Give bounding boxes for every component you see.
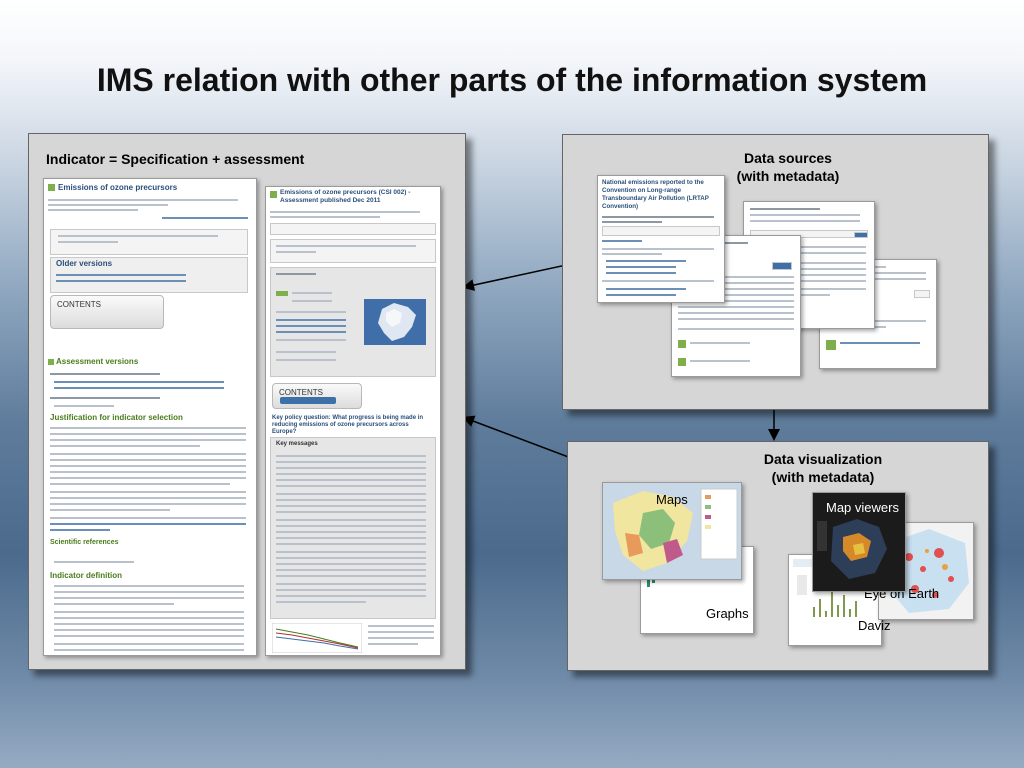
indicator-panel: Indicator = Specification + assessment E… (28, 133, 466, 670)
assessment-contents-label: CONTENTS (279, 388, 323, 397)
data-sources-label-line1: Data sources (744, 150, 832, 166)
visualization-label: Data visualization (with metadata) (748, 450, 898, 486)
indicator-panel-label: Indicator = Specification + assessment (46, 151, 305, 167)
spec-contents-label: CONTENTS (57, 300, 101, 309)
data-visualization-panel: Data visualization (with metadata) Graph… (567, 441, 989, 671)
visualization-label-line2: (with metadata) (771, 469, 875, 485)
indicator-assessment-page: Emissions of ozone precursors (CSI 002) … (265, 186, 441, 656)
data-source-doc-front: National emissions reported to the Conve… (597, 175, 725, 303)
europe-map (364, 299, 426, 345)
policy-question: Key policy question: What progress is be… (272, 415, 424, 435)
scientific-references-heading: Scientific references (50, 539, 119, 546)
emissions-chart-thumbnail (272, 623, 362, 653)
assessment-title: Emissions of ozone precursors (CSI 002) … (280, 189, 411, 204)
maps-callout: Maps (656, 492, 688, 507)
data-sources-panel: Data sources (with metadata) National em… (562, 134, 989, 410)
older-versions-heading: Older versions (56, 259, 113, 268)
indicator-icon (48, 184, 55, 191)
front-doc-title: National emissions reported to the Conve… (602, 179, 709, 210)
download-button[interactable] (280, 397, 336, 404)
indicator-definition-heading: Indicator definition (50, 571, 122, 580)
key-messages-heading: Key messages (276, 441, 318, 447)
indicator-icon (270, 191, 277, 198)
spec-contents-button[interactable]: CONTENTS (50, 295, 164, 329)
data-sources-label: Data sources (with metadata) (718, 149, 858, 185)
assessment-contents-button[interactable]: CONTENTS (272, 383, 362, 409)
indicator-specification-page: Emissions of ozone precursors Older vers… (43, 178, 257, 656)
map-viewers-callout: Map viewers (826, 500, 899, 515)
visualization-label-line1: Data visualization (763, 451, 883, 467)
justification-heading: Justification for indicator selection (50, 413, 183, 422)
graphs-callout: Graphs (706, 606, 749, 621)
assessment-versions-heading: Assessment versions (56, 357, 139, 366)
daviz-callout: Daviz (858, 618, 891, 633)
data-sources-label-line2: (with metadata) (736, 168, 840, 184)
spec-title: Emissions of ozone precursors (58, 183, 178, 192)
